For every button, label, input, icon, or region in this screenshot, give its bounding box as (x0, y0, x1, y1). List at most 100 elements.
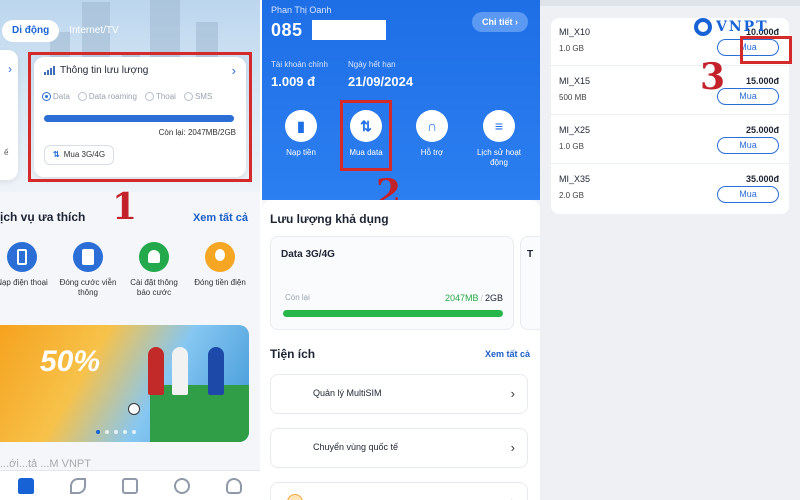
data-used: 2047MB (444, 293, 479, 303)
headset-icon: ∩ (416, 110, 448, 142)
action-topup[interactable]: ▮ Nạp tiền (273, 110, 329, 158)
leaf-icon[interactable] (70, 477, 86, 494)
main-account-value: 1.009 đ (271, 74, 316, 89)
account-header: Phan Thị Oanh 085 Chi tiết › Tài khoản c… (262, 0, 540, 200)
package-data: 2.0 GB (559, 191, 584, 200)
previous-card-text: ế (4, 148, 9, 157)
utility-multisim[interactable]: Quản lý MultiSIM › (270, 374, 528, 414)
tab-internet-tv[interactable]: Internet/TV (59, 20, 128, 42)
carousel-dots[interactable] (96, 430, 136, 434)
package-data: 1.0 GB (559, 142, 584, 151)
buy-button[interactable]: Mua (717, 137, 779, 154)
chevron-right-icon: › (510, 386, 515, 401)
service-label: Cài đặt thông báo cước (130, 278, 178, 297)
banner-player (172, 347, 188, 395)
history-icon: ≡ (483, 110, 515, 142)
vnpt-logo-icon (694, 18, 712, 36)
buy-button[interactable]: Mua (717, 186, 779, 203)
step-number-1: 1 (112, 186, 138, 228)
package-price: 25.000đ (745, 125, 779, 135)
panel-account: Phan Thị Oanh 085 Chi tiết › Tài khoản c… (262, 0, 540, 500)
panel-home: Di động Internet/TV › ế Thông tin lưu lư… (0, 0, 260, 500)
package-price: 35.000đ (745, 174, 779, 184)
favorite-services-title: ịch vụ ưa thích (0, 210, 86, 224)
package-data: 500 MB (559, 93, 587, 102)
data-card[interactable]: Data 3G/4G Còn lại 2047MB/2GB (270, 236, 514, 330)
next-section-title: ...ới...tả ...M VNPT (0, 458, 91, 470)
chevron-right-icon: › (8, 62, 12, 76)
plus-icon[interactable] (122, 477, 138, 494)
service-pay-telecom[interactable]: Đóng cước viễn thông (58, 242, 118, 298)
next-usage-card[interactable]: T (520, 236, 540, 330)
utility-next[interactable]: › (270, 482, 528, 500)
buy-button[interactable]: Mua (717, 88, 779, 105)
tab-mobile[interactable]: Di động (2, 20, 60, 42)
panel-data-packages: MI_X10 10.000đ 1.0 GB Mua MI_X15 15.000đ… (540, 0, 800, 500)
service-label: Đóng tiền điện (194, 278, 246, 287)
package-name: MI_X35 (559, 174, 591, 184)
action-history[interactable]: ≡ Lịch sử hoạt động (471, 110, 527, 168)
package-name: MI_X25 (559, 125, 591, 135)
utility-roaming[interactable]: Chuyển vùng quốc tế › (270, 428, 528, 468)
action-label: Lịch sử hoạt động (476, 148, 522, 167)
highlight-box-step-2 (340, 100, 392, 171)
banner-player (208, 347, 224, 395)
phone-topup-icon (7, 242, 37, 272)
data-card-remain-label: Còn lại (285, 293, 310, 302)
service-topup-phone[interactable]: Nạp điện thoại (0, 242, 52, 288)
expiry-value: 21/09/2024 (348, 74, 414, 89)
package-item: MI_X25 25.000đ 1.0 GB Mua (551, 116, 789, 164)
chevron-right-icon: › (510, 440, 515, 455)
package-name: MI_X15 (559, 76, 591, 86)
vnpt-logo: VNPT (694, 18, 769, 36)
next-usage-card-title: T (527, 249, 534, 260)
highlight-box-step-1 (28, 52, 252, 182)
package-data: 1.0 GB (559, 44, 584, 53)
account-icon[interactable] (226, 477, 242, 494)
service-pay-electricity[interactable]: Đóng tiền điện (190, 242, 250, 288)
service-bill-notification[interactable]: Cài đặt thông báo cước (124, 242, 184, 298)
see-all-link[interactable]: Xem tất cả (193, 212, 248, 224)
gift-icon (287, 494, 303, 500)
chevron-right-icon: › (511, 494, 515, 500)
wallet-icon: ▮ (285, 110, 317, 142)
utilities-see-all-link[interactable]: Xem tất cả (485, 349, 530, 359)
account-name: Phan Thị Oanh (271, 5, 332, 15)
phone-number-redaction (312, 20, 386, 40)
action-support[interactable]: ∩ Hỗ trợ (404, 110, 460, 158)
promo-banner[interactable]: 50% (0, 325, 249, 442)
home-icon[interactable] (18, 477, 34, 494)
utilities-title: Tiện ích (270, 347, 316, 361)
action-label: Nạp tiền (286, 148, 316, 157)
banner-player (148, 347, 164, 395)
package-name: MI_X10 (559, 27, 591, 37)
chevron-right-icon: › (515, 17, 518, 27)
banner-field (150, 385, 249, 442)
detail-button[interactable]: Chi tiết › (471, 12, 528, 32)
lightbulb-icon (205, 242, 235, 272)
top-edge (540, 0, 800, 6)
detail-button-label: Chi tiết (481, 17, 513, 27)
previous-card[interactable]: › (0, 50, 18, 180)
lightning-icon[interactable] (174, 477, 190, 494)
vnpt-brand-text: VNPT (716, 19, 769, 35)
utility-label: Quản lý MultiSIM (313, 388, 382, 398)
action-label: Hỗ trợ (420, 148, 444, 157)
data-card-title: Data 3G/4G (281, 249, 335, 260)
available-usage-title: Lưu lượng khả dụng (270, 212, 389, 226)
bottom-navigation (0, 470, 260, 500)
highlight-box-step-3 (740, 36, 792, 64)
utility-label: Chuyển vùng quốc tế (313, 442, 399, 452)
data-total: 2GB (484, 293, 503, 303)
expiry-label: Ngày hết hạn (348, 60, 396, 69)
service-label: Đóng cước viễn thông (59, 278, 117, 297)
soccer-ball-icon (128, 403, 140, 415)
banner-discount: 50% (40, 345, 101, 378)
step-number-3: 3 (700, 56, 726, 98)
data-card-amount: 2047MB/2GB (445, 293, 503, 303)
main-account-label: Tài khoản chính (271, 60, 328, 69)
bell-icon (139, 242, 169, 272)
service-label: Nạp điện thoại (0, 278, 48, 287)
data-progress-bar (283, 310, 503, 317)
package-item: MI_X35 35.000đ 2.0 GB Mua (551, 165, 789, 213)
